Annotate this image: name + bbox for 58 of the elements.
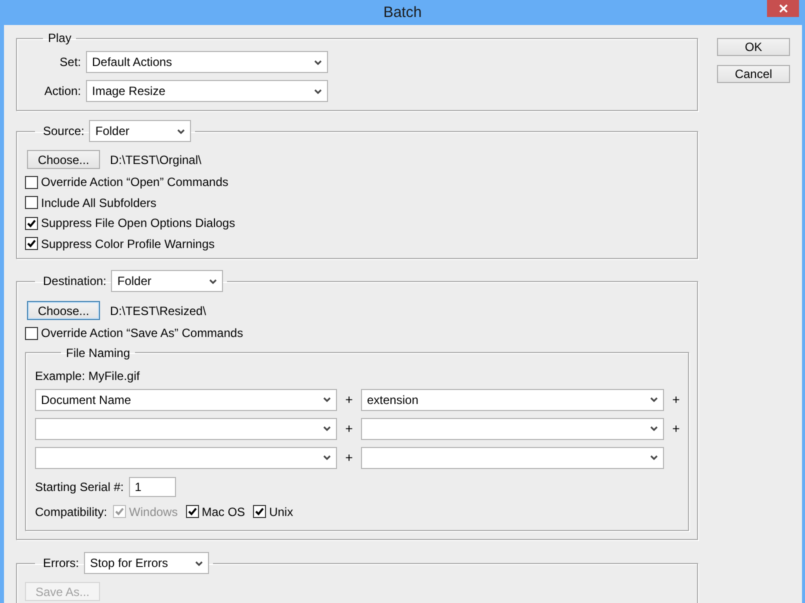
dropdown[interactable]: Folder [89,120,192,142]
field-label: Action: [43,84,81,98]
field-label: Errors: [43,556,79,570]
close-button[interactable] [767,0,799,17]
field-label: Source: [43,124,84,138]
checkbox[interactable] [25,326,38,340]
chevron-icon [323,426,331,431]
folder-path: D:\TEST\Orginal\ [110,152,202,166]
checkbox-label: Override Action “Save As” Commands [41,326,244,340]
checkbox-label: Windows [129,504,178,519]
checkbox-label: Suppress File Open Options Dialogs [41,216,236,230]
button[interactable]: Cancel [717,65,790,83]
dropdown[interactable]: Document Name [35,388,337,410]
chevron-icon [650,426,658,431]
chevron-icon [650,455,658,460]
field-label: Set: [58,55,81,69]
chevron-icon [195,560,203,566]
plus-sign: + [671,421,681,436]
dropdown[interactable]: Image Resize [86,80,328,102]
chevron-icon [209,278,218,284]
button[interactable]: Choose... [27,150,100,169]
dropdown[interactable]: extension [361,388,664,410]
plus-sign: + [671,392,681,407]
checkbox[interactable] [186,505,199,518]
button[interactable]: OK [717,38,790,56]
field-label: Compatibility: [35,504,108,519]
chevron-icon [177,128,186,134]
chevron-icon [323,397,331,402]
example-text: Example: MyFile.gif [35,368,141,384]
checkbox-label: Override Action “Open” Commands [41,175,228,190]
button[interactable]: Choose... [27,301,100,320]
checkbox[interactable] [25,216,38,230]
checkbox[interactable] [25,237,38,250]
group-title: File Naming [66,346,130,360]
dropdown[interactable]: Stop for Errors [84,552,209,574]
group-title: Play [48,31,72,45]
dropdown[interactable]: Folder [111,270,224,292]
plus-sign: + [344,421,354,436]
chevron-icon [323,455,331,460]
plus-sign: + [344,450,354,465]
field-label: Destination: [43,274,106,288]
chevron-icon [314,88,322,94]
checkbox[interactable] [25,176,38,189]
checkbox-label: Mac OS [202,504,246,519]
serial-field[interactable]: 1 [128,476,176,496]
dropdown[interactable]: Default Actions [86,51,328,73]
checkbox-label: Suppress Color Profile Warnings [41,236,215,251]
folder-path: D:\TEST\Resized\ [110,304,206,318]
plus-sign: + [344,392,354,407]
checkbox[interactable] [25,196,38,210]
checkbox[interactable] [253,505,266,518]
window-title: Batch [383,4,422,21]
chevron-icon [650,397,658,402]
field-label: Starting Serial #: [35,480,124,494]
checkbox-label: Unix [269,504,294,519]
close-icon [778,4,788,13]
checkbox-label: Include All Subfolders [41,196,156,210]
chevron-icon [314,60,322,64]
